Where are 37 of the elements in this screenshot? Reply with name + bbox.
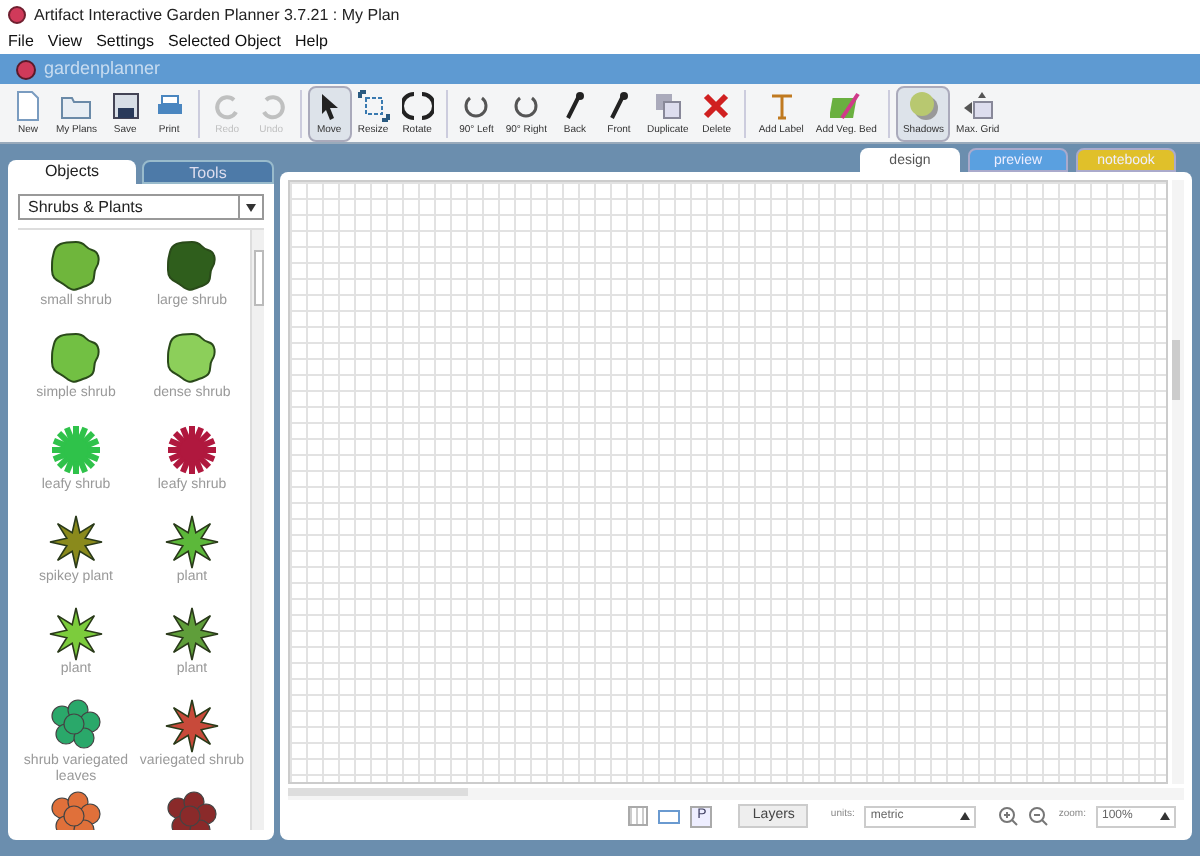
menu-item[interactable]: File — [8, 30, 34, 54]
menu-item[interactable]: Settings — [96, 30, 154, 54]
zoom-in-icon[interactable] — [998, 806, 1019, 826]
caret-icon — [960, 812, 971, 820]
spiky-plant-icon — [162, 606, 222, 662]
shrub-icon — [162, 330, 222, 386]
close-icon — [700, 90, 733, 122]
leaf-cluster-icon — [46, 790, 106, 830]
shrub-shadow-icon — [907, 90, 940, 122]
app-logo-icon — [8, 6, 26, 24]
menu-item[interactable]: Help — [294, 30, 328, 54]
menu-item[interactable]: View — [47, 30, 83, 54]
zoom-out-icon[interactable] — [1028, 806, 1049, 826]
window-title: Artifact Interactive Garden Planner 3.7.21 : My Plan — [34, 3, 400, 27]
shrub-icon — [46, 238, 106, 294]
caret-icon — [1160, 812, 1170, 820]
save-icon — [109, 90, 142, 122]
leaf-cluster-icon — [162, 790, 222, 830]
spiky-plant-icon — [162, 514, 222, 570]
category-dropdown[interactable]: Shrubs & Plants — [18, 194, 264, 220]
brand-name: gardenplanner — [44, 55, 161, 82]
panel-tab[interactable]: Objects — [8, 160, 136, 184]
spiky-plant-icon — [46, 514, 106, 570]
spiky-plant-icon — [46, 606, 106, 662]
spiky-plant-icon — [162, 698, 222, 754]
menu-item[interactable]: Selected Object — [168, 30, 281, 54]
dropdown-caret-icon — [246, 203, 256, 211]
leafy-shrub-icon — [162, 422, 222, 478]
rotate-icon — [401, 90, 434, 122]
leaf-cluster-icon — [46, 698, 106, 754]
document-icon — [12, 90, 44, 122]
resize-icon — [357, 90, 390, 122]
shrub-icon — [46, 330, 106, 386]
duplicate-icon — [651, 90, 684, 122]
app-logo-icon — [16, 59, 36, 79]
leafy-shrub-icon — [46, 422, 106, 478]
shrub-icon — [162, 238, 222, 294]
